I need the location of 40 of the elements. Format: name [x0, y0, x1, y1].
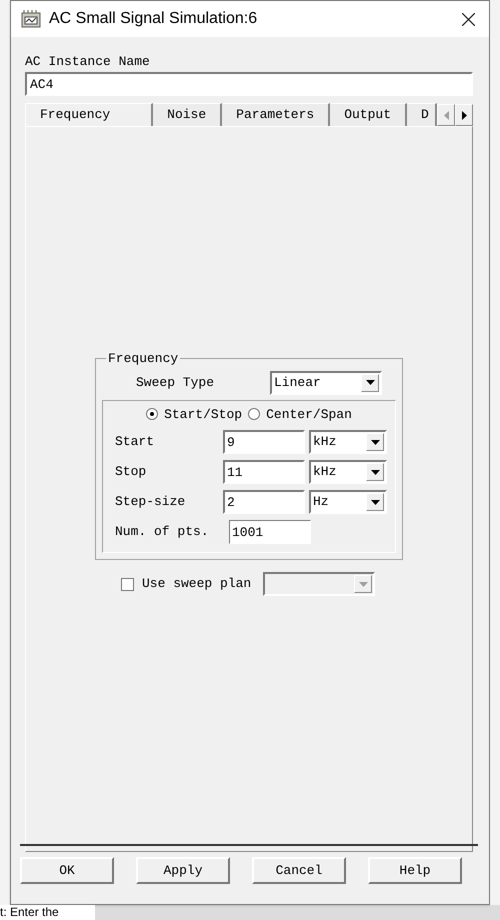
- right-arrow-icon: [462, 110, 466, 120]
- dialog-button[interactable]: Cancel: [252, 857, 346, 884]
- row-label: Step-size: [115, 493, 186, 512]
- sweep-type-dropdown[interactable]: Linear: [270, 370, 382, 394]
- simulation-icon: [21, 10, 41, 28]
- caret-icon: [370, 500, 380, 504]
- scroll-right-button[interactable]: [455, 104, 473, 126]
- tab[interactable]: Parameters: [222, 103, 330, 126]
- points-field[interactable]: 1001: [229, 520, 311, 544]
- dialog-button[interactable]: OK: [20, 857, 114, 884]
- caret-icon: [370, 440, 380, 444]
- unit-dropdown[interactable]: kHz: [309, 460, 387, 484]
- caret-icon: [366, 380, 374, 385]
- tab[interactable]: Output: [330, 103, 407, 126]
- tab[interactable]: D: [407, 103, 437, 126]
- dialog-button[interactable]: Help: [368, 857, 462, 884]
- tab[interactable]: Noise: [153, 103, 222, 126]
- sweep-type-label: Sweep Type: [136, 374, 216, 392]
- checkbox-label: Use sweep plan: [142, 575, 252, 594]
- value-field[interactable]: 2: [223, 490, 305, 514]
- dialog-button[interactable]: Apply: [136, 857, 230, 884]
- row-label: Num. of pts.: [115, 523, 210, 542]
- row-label: Start: [115, 433, 156, 452]
- tab[interactable]: Frequency: [25, 103, 154, 126]
- value-field[interactable]: 11: [223, 460, 305, 484]
- mode-radio[interactable]: Start/Stop: [146, 404, 242, 424]
- row-label: Stop: [115, 463, 148, 482]
- close-icon[interactable]: [462, 12, 475, 26]
- left-arrow-icon: [444, 110, 448, 120]
- window-title: AC Small Signal Simulation:6: [49, 9, 258, 29]
- group-title: Frequency: [107, 350, 180, 368]
- instance-name-field[interactable]: AC4: [25, 72, 473, 96]
- unit-dropdown[interactable]: kHz: [309, 430, 387, 454]
- field-label: AC Instance Name: [25, 55, 151, 69]
- caret-icon: [370, 470, 380, 474]
- mode-radio[interactable]: Center/Span: [248, 404, 352, 424]
- status-text: t: Enter the: [0, 905, 95, 920]
- value-field[interactable]: 9: [223, 430, 305, 454]
- caret-icon: [358, 582, 368, 586]
- unit-dropdown[interactable]: Hz: [309, 490, 387, 514]
